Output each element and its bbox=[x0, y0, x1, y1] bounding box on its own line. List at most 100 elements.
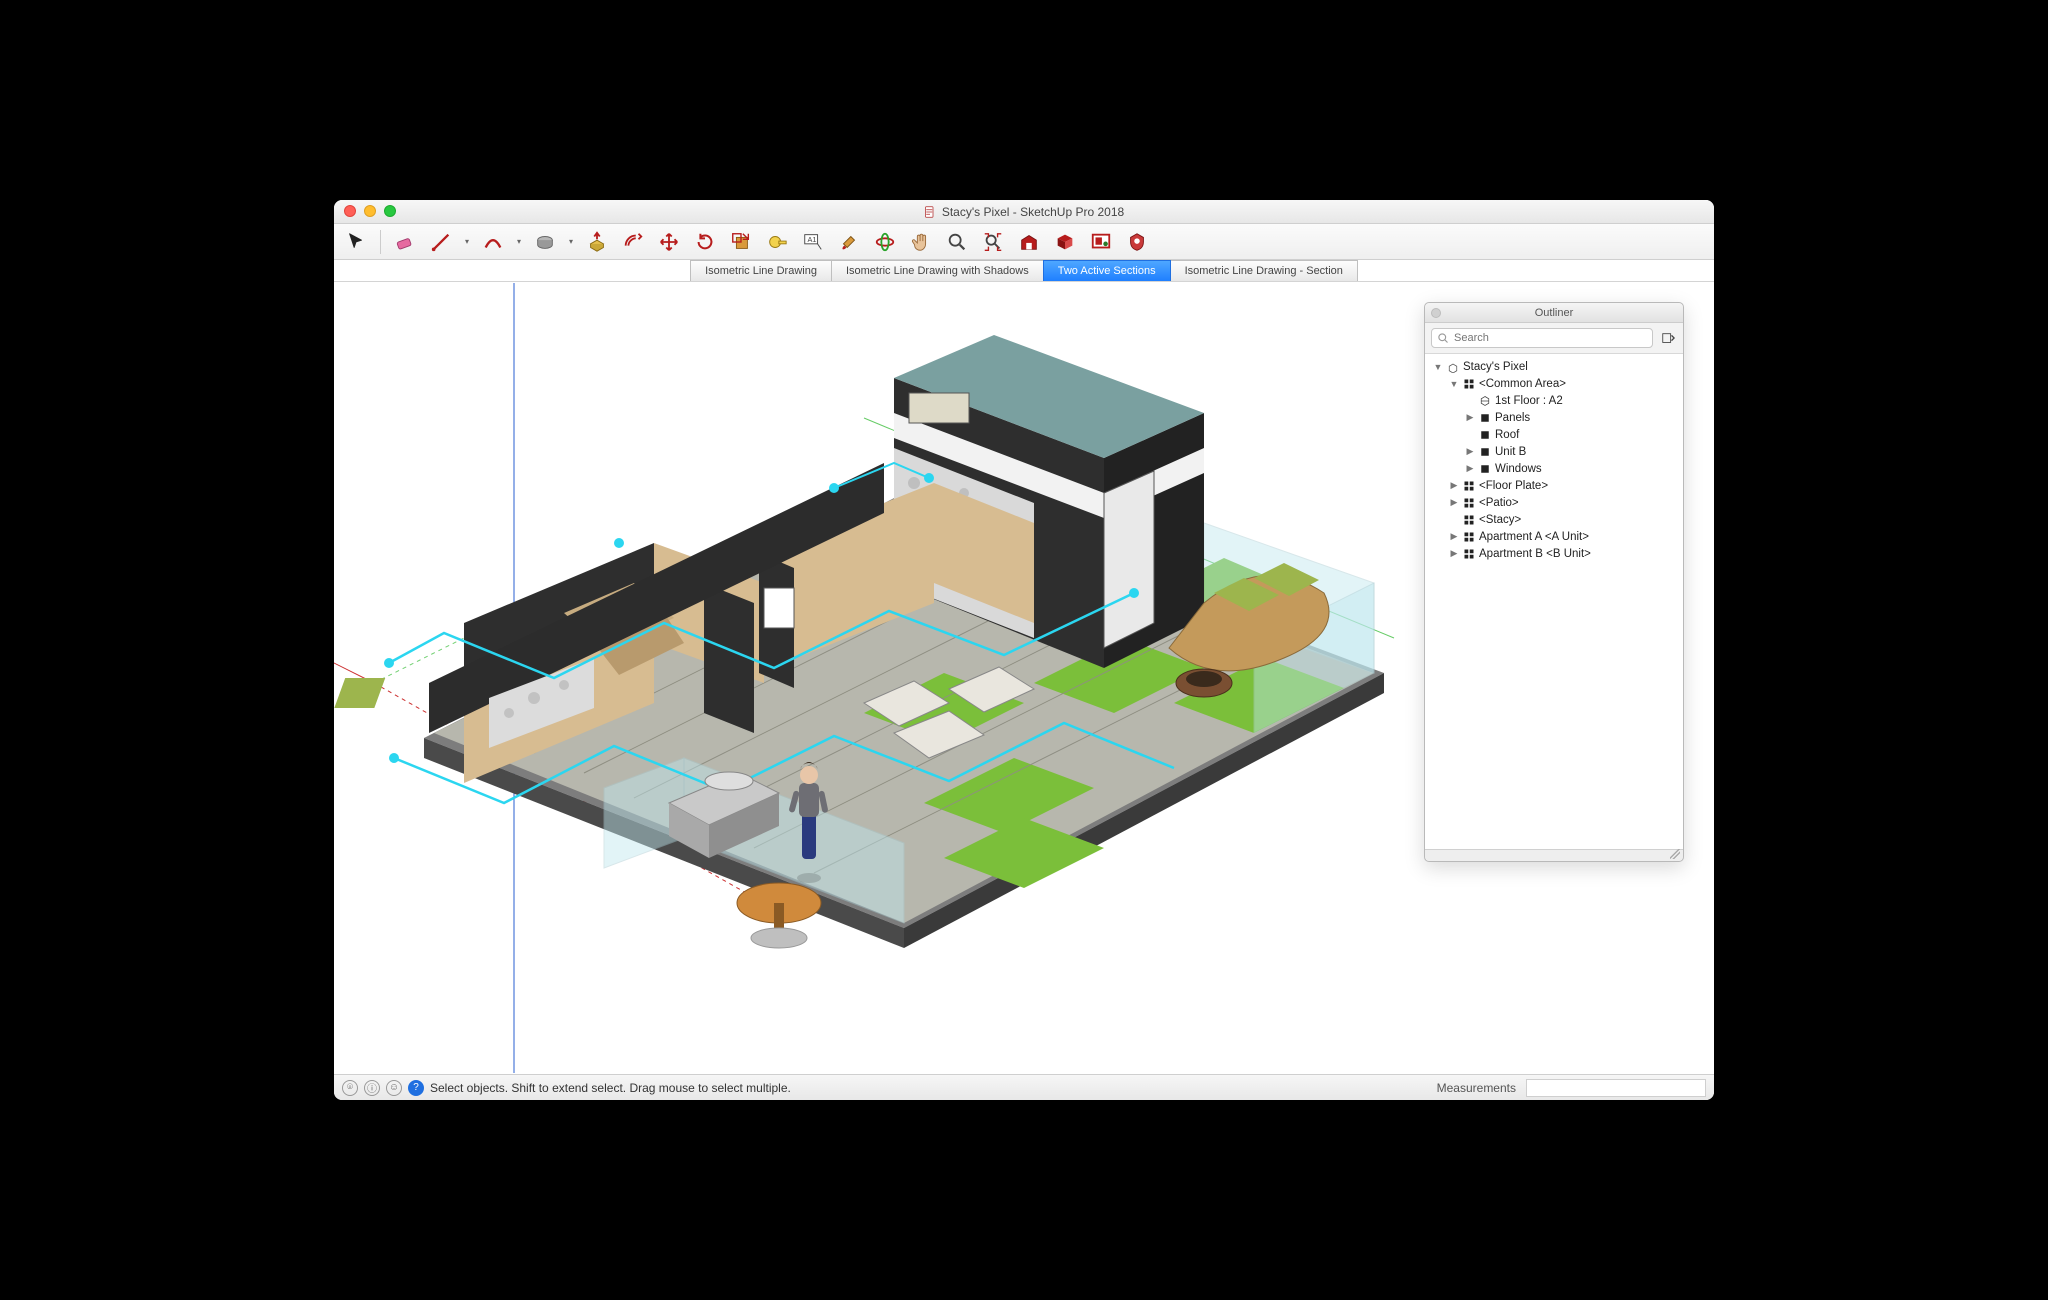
tree-row[interactable]: ▼ Stacy's Pixel bbox=[1429, 358, 1683, 375]
offset-tool[interactable] bbox=[619, 228, 647, 256]
window-controls bbox=[344, 205, 396, 217]
svg-text:A1: A1 bbox=[808, 235, 817, 244]
tree-row[interactable]: ▶ Windows bbox=[1429, 460, 1683, 477]
select-tool[interactable] bbox=[342, 228, 370, 256]
tree-row[interactable]: 1st Floor : A2 bbox=[1429, 392, 1683, 409]
group-icon bbox=[1479, 463, 1491, 475]
credits-icon[interactable]: ⓘ bbox=[364, 1080, 380, 1096]
sketchup-window: Stacy's Pixel - SketchUp Pro 2018 ▾▾▾A1 … bbox=[334, 200, 1714, 1100]
pan-tool[interactable] bbox=[907, 228, 935, 256]
tree-label: 1st Floor : A2 bbox=[1495, 395, 1563, 407]
titlebar: Stacy's Pixel - SketchUp Pro 2018 bbox=[334, 200, 1714, 224]
user-icon[interactable]: ☺ bbox=[386, 1080, 402, 1096]
panel-close-button[interactable] bbox=[1431, 308, 1441, 318]
disclosure-triangle[interactable]: ▶ bbox=[1465, 412, 1475, 423]
disclosure-triangle[interactable]: ▼ bbox=[1449, 379, 1459, 389]
outliner-tree[interactable]: ▼ Stacy's Pixel ▼ <Common Area> 1st Floor : … bbox=[1425, 354, 1683, 849]
outliner-search-input[interactable] bbox=[1431, 328, 1653, 348]
outliner-details-button[interactable] bbox=[1659, 329, 1677, 347]
group-icon bbox=[1479, 446, 1491, 458]
tree-label: Windows bbox=[1495, 463, 1542, 475]
disclosure-triangle[interactable]: ▶ bbox=[1449, 497, 1459, 508]
scene-tab[interactable]: Two Active Sections bbox=[1043, 260, 1171, 281]
comp-icon bbox=[1463, 497, 1475, 509]
scene-tab[interactable]: Isometric Line Drawing - Section bbox=[1170, 260, 1358, 281]
tape-tool[interactable] bbox=[763, 228, 791, 256]
tree-label: Roof bbox=[1495, 429, 1519, 441]
window-title: Stacy's Pixel - SketchUp Pro 2018 bbox=[334, 205, 1714, 219]
outliner-title: Outliner bbox=[1535, 307, 1574, 319]
tree-label: <Floor Plate> bbox=[1479, 480, 1548, 492]
close-button[interactable] bbox=[344, 205, 356, 217]
measurements-label: Measurements bbox=[1437, 1081, 1516, 1095]
line-tool-dropdown[interactable]: ▾ bbox=[463, 237, 471, 246]
tree-label: <Common Area> bbox=[1479, 378, 1566, 390]
tree-row[interactable]: ▶Unit B bbox=[1429, 443, 1683, 460]
rotate-tool[interactable] bbox=[691, 228, 719, 256]
document-icon bbox=[924, 206, 936, 218]
tree-label: Apartment B <B Unit> bbox=[1479, 548, 1591, 560]
zoomextents-tool[interactable] bbox=[979, 228, 1007, 256]
tree-label: Stacy's Pixel bbox=[1463, 361, 1528, 373]
layout-tool[interactable] bbox=[1087, 228, 1115, 256]
outliner-resize-handle[interactable] bbox=[1425, 849, 1683, 861]
statusbar: ⌾ ⓘ ☺ ? Select objects. Shift to extend … bbox=[334, 1074, 1714, 1100]
group-icon bbox=[1479, 429, 1491, 441]
zoom-button[interactable] bbox=[384, 205, 396, 217]
disclosure-triangle[interactable]: ▶ bbox=[1449, 480, 1459, 491]
disclosure-triangle[interactable]: ▶ bbox=[1465, 463, 1475, 474]
tree-row[interactable]: ▶ Panels bbox=[1429, 409, 1683, 426]
title-text: Stacy's Pixel - SketchUp Pro 2018 bbox=[942, 205, 1124, 219]
tree-row[interactable]: ▶ Apartment B <B Unit> bbox=[1429, 545, 1683, 562]
extensions-tool[interactable] bbox=[1123, 228, 1151, 256]
scene-tabs: Isometric Line DrawingIsometric Line Dra… bbox=[334, 260, 1714, 282]
comp-icon bbox=[1463, 378, 1475, 390]
line-tool[interactable] bbox=[427, 228, 455, 256]
eraser-tool[interactable] bbox=[391, 228, 419, 256]
disclosure-triangle[interactable]: ▶ bbox=[1465, 446, 1475, 457]
components-tool[interactable] bbox=[1051, 228, 1079, 256]
disclosure-triangle[interactable]: ▶ bbox=[1449, 548, 1459, 559]
measurements-input[interactable] bbox=[1526, 1079, 1706, 1097]
warehouse-tool[interactable] bbox=[1015, 228, 1043, 256]
tree-row[interactable]: ▶Apartment A <A Unit> bbox=[1429, 528, 1683, 545]
shapes-tool-dropdown[interactable]: ▾ bbox=[567, 237, 575, 246]
disclosure-triangle[interactable]: ▶ bbox=[1449, 531, 1459, 542]
arc-tool-dropdown[interactable]: ▾ bbox=[515, 237, 523, 246]
scene-tab[interactable]: Isometric Line Drawing with Shadows bbox=[831, 260, 1044, 281]
paint-tool[interactable] bbox=[835, 228, 863, 256]
model-icon bbox=[1447, 361, 1459, 373]
tree-row[interactable]: ▶ <Floor Plate> bbox=[1429, 477, 1683, 494]
tree-row[interactable]: ▶<Patio> bbox=[1429, 494, 1683, 511]
text-tool[interactable]: A1 bbox=[799, 228, 827, 256]
outliner-panel[interactable]: Outliner ▼ Stacy's Pixel ▼ <Common Area> 1st… bbox=[1424, 302, 1684, 862]
move-tool[interactable] bbox=[655, 228, 683, 256]
zoom-tool[interactable] bbox=[943, 228, 971, 256]
scene-tab[interactable]: Isometric Line Drawing bbox=[690, 260, 832, 281]
toolbar: ▾ ▾ ▾ A1 bbox=[334, 224, 1714, 260]
comp-icon bbox=[1463, 531, 1475, 543]
group-icon bbox=[1479, 412, 1491, 424]
geo-location-icon[interactable]: ⌾ bbox=[342, 1080, 358, 1096]
tree-label: <Stacy> bbox=[1479, 514, 1521, 526]
tree-label: Panels bbox=[1495, 412, 1530, 424]
outliner-titlebar[interactable]: Outliner bbox=[1425, 303, 1683, 323]
scale-tool[interactable] bbox=[727, 228, 755, 256]
section-icon bbox=[1479, 395, 1491, 407]
help-icon[interactable]: ? bbox=[408, 1080, 424, 1096]
pushpull-tool[interactable] bbox=[583, 228, 611, 256]
comp-icon bbox=[1463, 548, 1475, 560]
outliner-search-row bbox=[1425, 323, 1683, 354]
arc-tool[interactable] bbox=[479, 228, 507, 256]
comp-icon bbox=[1463, 480, 1475, 492]
tree-row[interactable]: Roof bbox=[1429, 426, 1683, 443]
status-hint: Select objects. Shift to extend select. … bbox=[430, 1081, 791, 1095]
disclosure-triangle[interactable]: ▼ bbox=[1433, 362, 1443, 372]
tree-row[interactable]: <Stacy> bbox=[1429, 511, 1683, 528]
tree-row[interactable]: ▼ <Common Area> bbox=[1429, 375, 1683, 392]
viewport[interactable]: Outliner ▼ Stacy's Pixel ▼ <Common Area> 1st… bbox=[334, 282, 1714, 1074]
minimize-button[interactable] bbox=[364, 205, 376, 217]
comp-icon bbox=[1463, 514, 1475, 526]
shapes-tool[interactable] bbox=[531, 228, 559, 256]
orbit-tool[interactable] bbox=[871, 228, 899, 256]
